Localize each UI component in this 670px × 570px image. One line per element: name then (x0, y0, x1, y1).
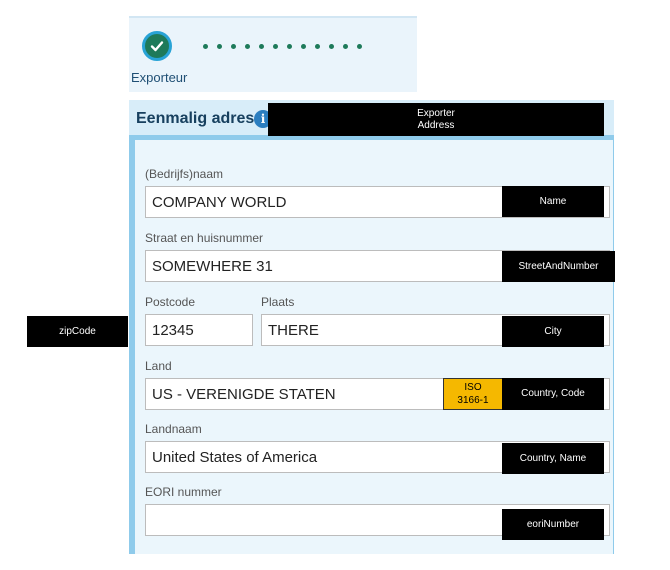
progress-dot (329, 44, 334, 49)
postcode-input[interactable]: 12345 (145, 314, 253, 346)
name-label: (Bedrijfs)naam (145, 167, 224, 181)
annotation-city: City (502, 316, 604, 347)
annotation-country-name: Country, Name (502, 443, 604, 474)
progress-dot (203, 44, 208, 49)
step-progress-dots (203, 44, 362, 49)
progress-dot (301, 44, 306, 49)
progress-dot (231, 44, 236, 49)
annotation-exporter-address: Exporter Address (268, 103, 604, 136)
annotation-zipcode: zipCode (27, 316, 128, 347)
progress-dot (315, 44, 320, 49)
step-complete-indicator[interactable] (142, 31, 172, 61)
postcode-label: Postcode (145, 295, 196, 309)
progress-dot (357, 44, 362, 49)
country-name-label: Landnaam (145, 422, 202, 436)
annotation-country-code: Country, Code (502, 378, 604, 410)
eori-label: EORI nummer (145, 485, 222, 499)
progress-dot (245, 44, 250, 49)
step-label-exporteur[interactable]: Exporteur (131, 70, 187, 85)
country-label: Land (145, 359, 172, 373)
progress-dot (343, 44, 348, 49)
city-label: Plaats (261, 295, 295, 309)
progress-dot (273, 44, 278, 49)
street-label: Straat en huisnummer (145, 231, 264, 245)
panel-title: Eenmalig adres (136, 110, 255, 127)
progress-dot (287, 44, 292, 49)
progress-dot (259, 44, 264, 49)
annotation-name: Name (502, 186, 604, 217)
progress-stepper: Exporteur (129, 16, 417, 92)
annotation-eori: eoriNumber (502, 509, 604, 540)
annotation-street: StreetAndNumber (502, 251, 615, 282)
annotation-iso: ISO 3166-1 (443, 378, 503, 410)
progress-dot (217, 44, 222, 49)
checkmark-icon (150, 41, 164, 52)
